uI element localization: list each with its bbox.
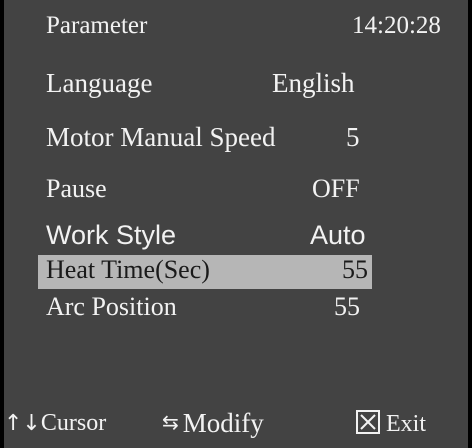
modify-hint-label: Modify — [182, 408, 264, 438]
param-value-heat-time: 55 — [342, 255, 368, 284]
param-row-motor-manual-speed[interactable]: Motor Manual Speed 5 — [0, 122, 472, 162]
param-value-motor-manual-speed: 5 — [346, 122, 360, 152]
cursor-hint-label: Cursor — [40, 410, 107, 436]
param-label-language: Language — [46, 68, 153, 98]
param-value-work-style: Auto — [310, 220, 366, 250]
cursor-hint[interactable]: ↑↓Cursor — [4, 410, 106, 437]
param-value-arc-position: 55 — [334, 292, 360, 321]
param-label-work-style: Work Style — [46, 220, 177, 250]
param-row-arc-position[interactable]: Arc Position 55 — [0, 292, 472, 332]
param-label-motor-manual-speed: Motor Manual Speed — [46, 122, 276, 152]
up-down-arrows-icon: ↑↓ — [4, 411, 41, 436]
exit-hint-label: Exit — [386, 411, 426, 437]
clock-time: 14:20:28 — [352, 12, 441, 39]
footer-hints: ↑↓Cursor ⇆ Modify Exit — [0, 404, 472, 448]
param-label-pause: Pause — [46, 174, 107, 203]
param-label-heat-time: Heat Time(Sec) — [46, 255, 210, 284]
parameter-screen: Parameter 14:20:28 Language English Moto… — [0, 0, 472, 448]
param-label-arc-position: Arc Position — [46, 292, 177, 321]
param-value-pause: OFF — [312, 174, 360, 203]
modify-hint[interactable]: ⇆ Modify — [162, 408, 264, 439]
param-value-language: English — [272, 68, 355, 98]
boxed-x-icon — [356, 410, 380, 434]
left-right-arrows-icon: ⇆ — [162, 410, 179, 434]
param-row-pause[interactable]: Pause OFF — [0, 174, 472, 214]
param-row-language[interactable]: Language English — [0, 68, 472, 108]
exit-hint[interactable]: Exit — [356, 410, 426, 438]
param-row-heat-time[interactable]: Heat Time(Sec) 55 — [0, 255, 472, 295]
header: Parameter 14:20:28 — [0, 12, 472, 52]
page-title: Parameter — [46, 12, 148, 39]
param-row-work-style[interactable]: Work Style Auto — [0, 220, 472, 260]
